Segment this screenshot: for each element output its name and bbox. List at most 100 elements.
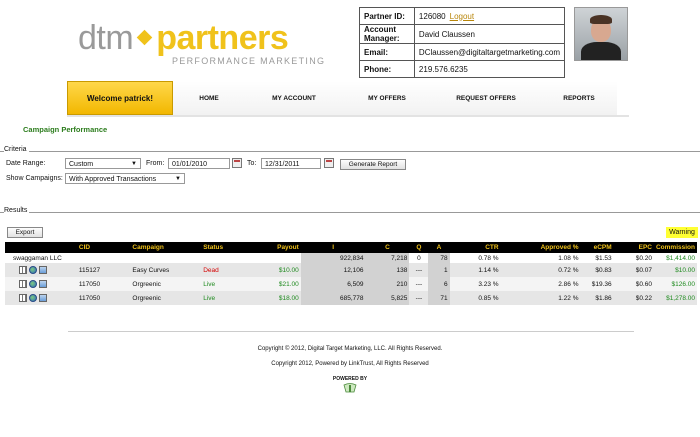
criteria-legend: Criteria xyxy=(4,146,29,153)
cell-status: Live xyxy=(201,277,255,291)
date-range-label: Date Range: xyxy=(6,160,46,167)
date-range-value: Custom xyxy=(69,161,94,168)
brand-logo[interactable]: dtm partners xyxy=(78,18,289,58)
group-q: 0 xyxy=(409,253,429,263)
col-ctr[interactable]: CTR xyxy=(449,242,501,253)
row-actions xyxy=(5,277,77,291)
cell-ecpm: $19.36 xyxy=(580,277,614,291)
grid-icon[interactable] xyxy=(19,266,27,274)
tab-home[interactable]: HOME xyxy=(173,81,246,115)
col-approved[interactable]: Approved % xyxy=(500,242,581,253)
logo-tagline: PERFORMANCE MARKETING xyxy=(172,56,326,66)
cell-c: 5,825 xyxy=(365,291,410,305)
col-actions xyxy=(5,242,77,253)
group-ctr: 0.78 % xyxy=(449,253,501,263)
cell-cid: 117050 xyxy=(76,291,131,305)
document-icon[interactable] xyxy=(39,266,47,274)
cell-ctr: 3.23 % xyxy=(449,277,501,291)
document-icon[interactable] xyxy=(39,294,47,302)
document-icon[interactable] xyxy=(39,280,47,288)
from-date-input[interactable]: 01/01/2010 xyxy=(168,158,230,169)
from-label: From: xyxy=(146,160,165,167)
to-date-input[interactable]: 12/31/2011 xyxy=(261,158,321,169)
partner-id-label: Partner ID: xyxy=(359,7,415,25)
logout-link[interactable]: Logout xyxy=(450,12,474,21)
cell-campaign: Orgreenic xyxy=(130,291,202,305)
tab-reports[interactable]: REPORTS xyxy=(541,81,617,115)
chevron-down-icon: ▼ xyxy=(175,176,181,182)
cell-status: Dead xyxy=(201,263,255,277)
welcome-tab[interactable]: Welcome patrick! xyxy=(67,81,173,115)
col-payout[interactable]: Payout xyxy=(254,242,301,253)
grid-icon[interactable] xyxy=(19,280,27,288)
warning-badge[interactable]: Warning xyxy=(666,227,698,238)
cell-c: 138 xyxy=(365,263,410,277)
group-a: 78 xyxy=(428,253,450,263)
table-row: 117050 Orgreenic Live $18.00 685,778 5,8… xyxy=(5,291,697,305)
generate-report-button[interactable]: Generate Report xyxy=(340,159,406,170)
avatar-body xyxy=(581,42,621,60)
cell-i: 6,509 xyxy=(300,277,366,291)
row-actions xyxy=(5,263,77,277)
group-approved: 1.08 % xyxy=(500,253,581,263)
col-ecpm[interactable]: eCPM xyxy=(580,242,614,253)
globe-icon[interactable] xyxy=(29,294,37,302)
results-table: CID Campaign Status Payout I C Q A CTR A… xyxy=(5,242,697,305)
avatar-hair xyxy=(590,15,612,24)
cell-i: 685,778 xyxy=(300,291,366,305)
col-a[interactable]: A xyxy=(428,242,450,253)
col-cid[interactable]: CID xyxy=(76,242,131,253)
row-actions xyxy=(5,291,77,305)
col-epc[interactable]: EPC xyxy=(613,242,654,253)
cell-campaign: Easy Curves xyxy=(130,263,202,277)
col-i[interactable]: I xyxy=(300,242,366,253)
col-campaign[interactable]: Campaign xyxy=(130,242,202,253)
tab-my-account[interactable]: MY ACCOUNT xyxy=(245,81,344,115)
linktrust-logo-icon[interactable] xyxy=(343,383,357,393)
email-value: DClaussen@digitaltargetmarketing.com xyxy=(413,43,566,61)
group-ecpm: $1.53 xyxy=(580,253,614,263)
email-label: Email: xyxy=(359,43,415,61)
tab-my-offers[interactable]: MY OFFERS xyxy=(343,81,432,115)
group-commission: $1,414.00 xyxy=(653,253,697,263)
col-status[interactable]: Status xyxy=(201,242,255,253)
cell-payout: $18.00 xyxy=(254,291,301,305)
footer-copyright: Copyright © 2012, Digital Target Marketi… xyxy=(257,346,443,352)
cell-i: 12,106 xyxy=(300,263,366,277)
group-name: swaggaman LLC xyxy=(5,253,301,263)
cell-a: 1 xyxy=(428,263,450,277)
logo-diamond-icon xyxy=(136,29,153,46)
globe-icon[interactable] xyxy=(29,280,37,288)
cell-commission: $126.00 xyxy=(653,277,697,291)
cell-approved: 1.22 % xyxy=(500,291,581,305)
group-c: 7,218 xyxy=(365,253,410,263)
account-manager-label: Account Manager: xyxy=(359,24,415,44)
show-campaigns-select[interactable]: With Approved Transactions ▼ xyxy=(65,173,185,184)
account-manager-avatar xyxy=(574,7,628,61)
logo-partners: partners xyxy=(156,19,289,57)
cell-approved: 0.72 % xyxy=(500,263,581,277)
page-title: Campaign Performance xyxy=(23,125,108,134)
powered-by-label: POWERED BY xyxy=(332,376,368,382)
cell-c: 210 xyxy=(365,277,410,291)
table-row: 115127 Easy Curves Dead $10.00 12,106 13… xyxy=(5,263,697,277)
cell-status: Live xyxy=(201,291,255,305)
col-c[interactable]: C xyxy=(365,242,410,253)
col-commission[interactable]: Commission xyxy=(653,242,697,253)
to-calendar-icon[interactable] xyxy=(324,158,334,168)
partner-id-cell: 126080 Logout xyxy=(413,7,566,25)
show-campaigns-value: With Approved Transactions xyxy=(69,176,157,183)
cell-epc: $0.60 xyxy=(613,277,654,291)
to-label: To: xyxy=(247,160,257,167)
cell-ecpm: $0.83 xyxy=(580,263,614,277)
cell-q: --- xyxy=(409,291,429,305)
grid-icon[interactable] xyxy=(19,294,27,302)
globe-icon[interactable] xyxy=(29,266,37,274)
cell-ctr: 0.85 % xyxy=(449,291,501,305)
date-range-select[interactable]: Custom ▼ xyxy=(65,158,141,169)
cell-payout: $21.00 xyxy=(254,277,301,291)
export-button[interactable]: Export xyxy=(7,227,43,238)
from-calendar-icon[interactable] xyxy=(232,158,242,168)
tab-request-offers[interactable]: REQUEST OFFERS xyxy=(431,81,542,115)
col-q[interactable]: Q xyxy=(409,242,429,253)
